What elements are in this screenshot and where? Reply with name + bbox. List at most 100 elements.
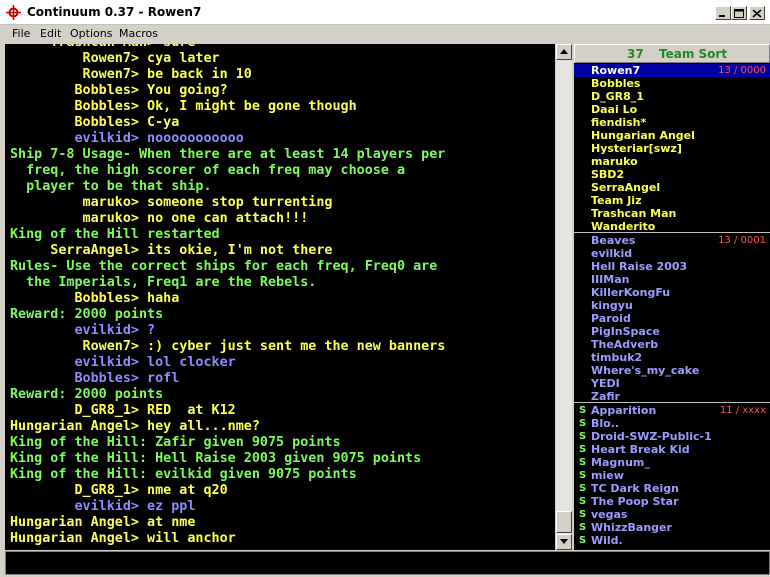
roster-player[interactable]: TheAdverb — [591, 338, 658, 351]
roster-player[interactable]: fiendish* — [591, 116, 646, 129]
roster-player[interactable]: Rowen7 — [591, 64, 640, 77]
roster-player[interactable]: YEDI — [591, 377, 620, 390]
roster-player[interactable]: SBD2 — [591, 168, 624, 181]
spectator-marker: S — [579, 496, 587, 507]
roster-player[interactable]: vegas — [591, 508, 627, 521]
chat-message: Bobbles> haha — [10, 291, 180, 306]
roster-player[interactable]: PigInSpace — [591, 325, 660, 338]
chat-message: Bobbles> You going? — [10, 83, 228, 98]
roster-player[interactable]: Droid-SWZ-Public-1 — [591, 430, 712, 443]
chat-message: Bobbles> C-ya — [10, 115, 180, 130]
spectator-marker: S — [579, 522, 587, 533]
scroll-up-button[interactable] — [556, 44, 572, 60]
chat-message: King of the Hill: Hell Raise 2003 given … — [10, 451, 422, 466]
freq-divider — [574, 402, 770, 403]
chat-message: King of the Hill: evilkid given 9075 poi… — [10, 467, 357, 482]
menu-options[interactable]: Options — [70, 27, 112, 40]
roster-player[interactable]: The Poop Star — [591, 495, 679, 508]
maximize-button[interactable] — [731, 6, 747, 20]
spectator-marker: S — [579, 470, 587, 481]
minimize-icon — [719, 15, 725, 17]
chat-message: Reward: 2000 points — [10, 387, 164, 402]
title-bar[interactable]: Continuum 0.37 - Rowen7 — [0, 0, 770, 25]
roster-player[interactable]: evilkid — [591, 247, 632, 260]
spectator-marker: S — [579, 405, 587, 416]
roster-player[interactable]: kingyu — [591, 299, 633, 312]
player-roster[interactable]: 37 Team Sort 13 / 0000 Rowen7 Bobbles D_GR8… — [574, 44, 770, 550]
scroll-down-button[interactable] — [556, 534, 572, 550]
chat-message: Bobbles> Ok, I might be gone though — [10, 99, 357, 114]
roster-player[interactable]: maruko — [591, 155, 638, 168]
chat-message: D_GR8_1> nme at q20 — [10, 483, 228, 498]
chat-message: Rowen7> cya later — [10, 51, 220, 66]
roster-player[interactable]: Hungarian Angel — [591, 129, 695, 142]
roster-player[interactable]: Team Jiz — [591, 194, 641, 207]
menu-bar: File Edit Options Macros — [0, 25, 770, 43]
spectator-marker: S — [579, 431, 587, 442]
roster-player[interactable]: Bobbles — [591, 77, 640, 90]
chat-scrollbar[interactable] — [556, 44, 572, 550]
roster-player[interactable]: Wild. — [591, 534, 623, 547]
roster-player[interactable]: Beaves — [591, 234, 635, 247]
menu-file[interactable]: File — [12, 27, 30, 40]
arrow-down-icon — [560, 539, 568, 544]
maximize-icon — [734, 9, 744, 18]
roster-player[interactable]: WhizzBanger — [591, 521, 672, 534]
spectator-marker: S — [579, 444, 587, 455]
chat-message: Hungarian Angel> will anchor — [10, 531, 236, 546]
chat-message: maruko> no one can attach!!! — [10, 211, 309, 226]
chat-message: Ship 7-8 Usage- When there are at least … — [10, 147, 446, 162]
freq-summary: 11 / xxxx — [719, 405, 766, 416]
chat-message: King of the Hill: Zafir given 9075 point… — [10, 435, 341, 450]
roster-player[interactable]: IIIMan — [591, 273, 629, 286]
spectator-marker: S — [579, 418, 587, 429]
roster-player[interactable]: Where's_my_cake — [591, 364, 699, 377]
chat-message: Rules- Use the correct ships for each fr… — [10, 259, 438, 274]
chat-message: Trashcan Man> sure — [10, 44, 195, 51]
chat-message: evilkid> lol clocker — [10, 355, 236, 370]
roster-player[interactable]: Blo.. — [591, 417, 619, 430]
chat-message: Rowen7> be back in 10 — [10, 67, 252, 82]
roster-player[interactable]: TC Dark Reign — [591, 482, 679, 495]
chat-message: Hungarian Angel> at nme — [10, 515, 196, 530]
chat-message: the Imperials, Freq1 are the Rebels. — [10, 275, 317, 290]
chat-message: Rowen7> :) cyber just sent me the new ba… — [10, 339, 446, 354]
roster-player[interactable]: Paroid — [591, 312, 631, 325]
app-logo-icon — [6, 5, 21, 20]
spectator-marker: S — [579, 457, 587, 468]
minimize-button[interactable] — [715, 6, 731, 20]
roster-player[interactable]: Hell Raise 2003 — [591, 260, 687, 273]
window-title: Continuum 0.37 - Rowen7 — [27, 5, 202, 19]
chat-message: Hungarian Angel> hey all...nme? — [10, 419, 260, 434]
chat-message: evilkid> ? — [10, 323, 156, 338]
roster-player[interactable]: Hysteriar[swz] — [591, 142, 682, 155]
roster-player[interactable]: miew — [591, 469, 624, 482]
chat-input[interactable] — [5, 551, 770, 575]
roster-player[interactable]: KillerKongFu — [591, 286, 670, 299]
menu-edit[interactable]: Edit — [40, 27, 61, 40]
chat-message: D_GR8_1> RED at K12 — [10, 403, 236, 418]
chat-message: Bobbles> rofl — [10, 371, 180, 386]
roster-player[interactable]: SerraAngel — [591, 181, 660, 194]
roster-player[interactable]: Apparition — [591, 404, 656, 417]
roster-player[interactable]: D_GR8_1 — [591, 90, 644, 103]
roster-player[interactable]: Trashcan Man — [591, 207, 676, 220]
roster-player[interactable]: Daai Lo — [591, 103, 637, 116]
chat-message: freq, the high scorer of each freq may c… — [10, 163, 406, 178]
chat-message: evilkid> ez ppl — [10, 499, 196, 514]
chat-message: maruko> someone stop turrenting — [10, 195, 333, 210]
roster-header[interactable]: 37 Team Sort — [574, 44, 770, 63]
freq-divider — [574, 232, 770, 233]
roster-player[interactable]: Magnum_ — [591, 456, 650, 469]
sort-mode-label: Team Sort — [659, 47, 728, 61]
close-icon — [752, 9, 762, 18]
player-count: 37 — [627, 47, 644, 61]
chat-message: King of the Hill restarted — [10, 227, 220, 242]
chat-message: Reward: 2000 points — [10, 307, 164, 322]
roster-player[interactable]: Heart Break Kid — [591, 443, 690, 456]
roster-player[interactable]: timbuk2 — [591, 351, 642, 364]
chat-log[interactable]: Trashcan Man> sure Rowen7> cya later Row… — [5, 44, 555, 550]
close-button[interactable] — [749, 6, 765, 20]
menu-macros[interactable]: Macros — [119, 27, 158, 40]
scroll-thumb[interactable] — [556, 511, 572, 533]
